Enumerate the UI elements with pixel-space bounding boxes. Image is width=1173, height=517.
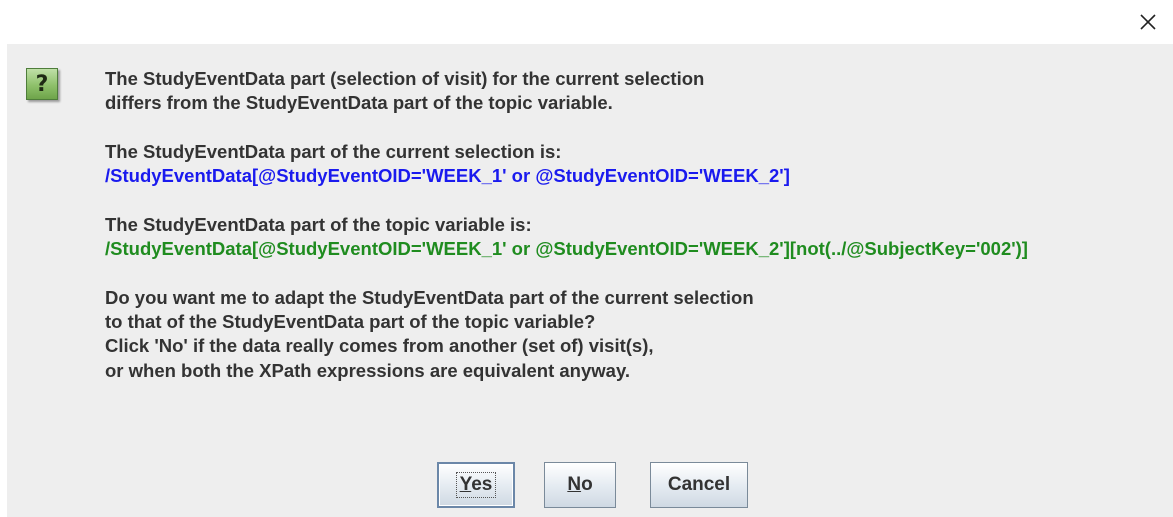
message-line: The StudyEventData part (selection of vi…	[105, 68, 705, 89]
message-line: Click 'No' if the data really comes from…	[105, 335, 654, 357]
topic-variable-xpath: /StudyEventData[@StudyEventOID='WEEK_1' …	[105, 238, 1028, 260]
no-button-label: No	[567, 474, 592, 496]
question-icon: ?	[26, 68, 58, 100]
message-line: differs from the StudyEventData part of …	[105, 92, 613, 114]
yes-button-label: Yes	[455, 472, 497, 498]
current-selection-xpath: /StudyEventData[@StudyEventOID='WEEK_1' …	[105, 165, 790, 187]
message-text: The StudyEventData part (selection of vi…	[105, 67, 1165, 383]
message-line: Do you want me to adapt the StudyEventDa…	[105, 286, 754, 308]
close-icon	[1140, 14, 1156, 30]
no-mnemonic: N	[567, 474, 582, 495]
cancel-button-label: Cancel	[667, 474, 731, 495]
yes-mnemonic: Y	[459, 474, 472, 495]
no-button[interactable]: No	[544, 462, 616, 508]
title-bar	[0, 0, 1173, 44]
button-row: Yes No Cancel	[7, 462, 1173, 510]
question-icon-glyph: ?	[35, 71, 49, 97]
dialog-content: ? The StudyEventData part (selection of …	[7, 44, 1173, 517]
dialog-window: ? The StudyEventData part (selection of …	[0, 0, 1173, 517]
yes-button[interactable]: Yes	[437, 462, 515, 508]
message-line: to that of the StudyEventData part of th…	[105, 310, 596, 332]
message-line: The StudyEventData part of the current s…	[105, 140, 562, 162]
close-button[interactable]	[1131, 6, 1165, 38]
no-label-rest: o	[581, 474, 593, 495]
yes-label-rest: es	[471, 474, 493, 495]
cancel-button[interactable]: Cancel	[650, 462, 748, 508]
message-line: or when both the XPath expressions are e…	[105, 359, 631, 381]
message-line: The StudyEventData part of the topic var…	[105, 213, 532, 235]
